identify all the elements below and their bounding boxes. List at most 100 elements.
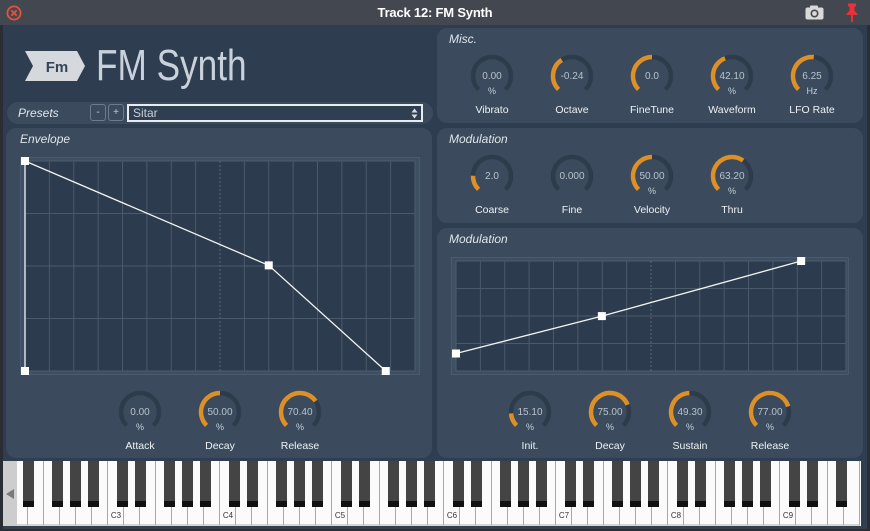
black-key[interactable] xyxy=(276,461,287,507)
black-key[interactable] xyxy=(70,461,81,507)
envelope-graph[interactable] xyxy=(20,157,420,375)
key-label: C3 xyxy=(110,511,122,520)
knob-release[interactable]: 70.40 % Release xyxy=(265,387,335,457)
envelope-point-handle[interactable] xyxy=(264,261,273,270)
black-key[interactable] xyxy=(677,461,688,507)
knob-value: 70.40 xyxy=(287,407,313,418)
knob-value: 50.00 xyxy=(639,171,665,182)
knob-value: 42.10 xyxy=(719,71,745,82)
knob-label: Release xyxy=(750,440,790,452)
knob-coarse[interactable]: 2.0 Coarse xyxy=(457,151,527,221)
key-label: C9 xyxy=(782,511,794,520)
knob-label: Decay xyxy=(595,440,625,452)
envelope-point-handle[interactable] xyxy=(597,312,606,321)
knob-label: Octave xyxy=(555,104,589,116)
knob-mod-sustain[interactable]: 49.30 % Sustain xyxy=(655,387,725,457)
envelope-title: Envelope xyxy=(20,132,71,146)
knob-value: 15.10 xyxy=(517,407,543,418)
knob-velocity[interactable]: 50.00 % Velocity xyxy=(617,151,687,221)
piano-keyboard[interactable]: C3 C4 C5 C6 C7 C8 C9 xyxy=(17,461,861,526)
badge-text: Fm xyxy=(46,59,69,76)
knob-vibrato[interactable]: 0.00 % Vibrato xyxy=(457,51,527,121)
black-key[interactable] xyxy=(359,461,370,507)
knob-value: 49.30 xyxy=(677,407,703,418)
black-key[interactable] xyxy=(135,461,146,507)
knob-fine[interactable]: 0.000 Fine xyxy=(537,151,607,221)
key-label: C4 xyxy=(222,511,234,520)
keyboard-scroll-left[interactable] xyxy=(3,461,17,526)
black-key[interactable] xyxy=(760,461,771,507)
knob-label: Thru xyxy=(721,204,743,216)
black-key[interactable] xyxy=(565,461,576,507)
preset-next-button[interactable]: + xyxy=(108,104,124,121)
black-key[interactable] xyxy=(724,461,735,507)
knob-octave[interactable]: -0.24 Octave xyxy=(537,51,607,121)
knob-mod-release[interactable]: 77.00 % Release xyxy=(735,387,805,457)
black-key[interactable] xyxy=(836,461,847,507)
preset-select[interactable]: Sitar xyxy=(127,104,423,122)
knob-label: Waveform xyxy=(708,104,756,116)
knob-waveform[interactable]: 42.10 % Waveform xyxy=(697,51,767,121)
black-key[interactable] xyxy=(388,461,399,507)
preset-select-value: Sitar xyxy=(133,106,158,120)
black-key[interactable] xyxy=(117,461,128,507)
misc-title: Misc. xyxy=(449,32,477,46)
knob-finetune[interactable]: 0.0 FineTune xyxy=(617,51,687,121)
black-key[interactable] xyxy=(312,461,323,507)
black-key[interactable] xyxy=(164,461,175,507)
key-label: C6 xyxy=(446,511,458,520)
camera-icon[interactable] xyxy=(805,5,824,20)
black-key[interactable] xyxy=(471,461,482,507)
black-key[interactable] xyxy=(88,461,99,507)
scroll-left-icon[interactable] xyxy=(3,461,17,526)
key-label: C7 xyxy=(558,511,570,520)
envelope-point-handle[interactable] xyxy=(452,349,460,358)
black-key[interactable] xyxy=(807,461,818,507)
envelope-point-handle[interactable] xyxy=(381,367,390,375)
knob-unit: % xyxy=(605,422,614,432)
black-key[interactable] xyxy=(424,461,435,507)
black-key[interactable] xyxy=(453,461,464,507)
black-key[interactable] xyxy=(500,461,511,507)
envelope-point-handle[interactable] xyxy=(797,257,806,265)
knob-unit: % xyxy=(685,422,694,432)
black-key[interactable] xyxy=(648,461,659,507)
black-key[interactable] xyxy=(536,461,547,507)
black-key[interactable] xyxy=(789,461,800,507)
envelope-point-handle[interactable] xyxy=(21,367,29,375)
knob-value: 0.00 xyxy=(130,407,150,418)
black-key[interactable] xyxy=(406,461,417,507)
knob-label: Vibrato xyxy=(475,104,509,116)
knob-unit: % xyxy=(487,86,496,96)
black-key[interactable] xyxy=(583,461,594,507)
knob-attack[interactable]: 0.00 % Attack xyxy=(105,387,175,457)
envelope-point-handle[interactable] xyxy=(21,157,29,165)
black-key[interactable] xyxy=(294,461,305,507)
knob-label: Sustain xyxy=(672,440,708,452)
black-key[interactable] xyxy=(200,461,211,507)
knob-value: 63.20 xyxy=(719,171,745,182)
knob-label: FineTune xyxy=(630,104,674,116)
black-key[interactable] xyxy=(52,461,63,507)
black-key[interactable] xyxy=(23,461,34,507)
knob-unit: % xyxy=(525,422,534,432)
black-key[interactable] xyxy=(182,461,193,507)
modulation-envelope-title: Modulation xyxy=(449,232,508,246)
modulation-envelope-graph[interactable] xyxy=(451,257,849,375)
black-key[interactable] xyxy=(518,461,529,507)
knob-label: LFO Rate xyxy=(789,104,835,116)
knob-decay[interactable]: 50.00 % Decay xyxy=(185,387,255,457)
black-key[interactable] xyxy=(612,461,623,507)
pin-icon[interactable] xyxy=(845,3,859,23)
knob-lfo-rate[interactable]: 6.25 Hz LFO Rate xyxy=(777,51,847,121)
knob-thru[interactable]: 63.20 % Thru xyxy=(697,151,767,221)
black-key[interactable] xyxy=(229,461,240,507)
black-key[interactable] xyxy=(630,461,641,507)
knob-mod-init[interactable]: 15.10 % Init. xyxy=(495,387,565,457)
preset-prev-button[interactable]: - xyxy=(90,104,106,121)
black-key[interactable] xyxy=(695,461,706,507)
black-key[interactable] xyxy=(247,461,258,507)
knob-mod-decay[interactable]: 75.00 % Decay xyxy=(575,387,645,457)
black-key[interactable] xyxy=(742,461,753,507)
black-key[interactable] xyxy=(341,461,352,507)
